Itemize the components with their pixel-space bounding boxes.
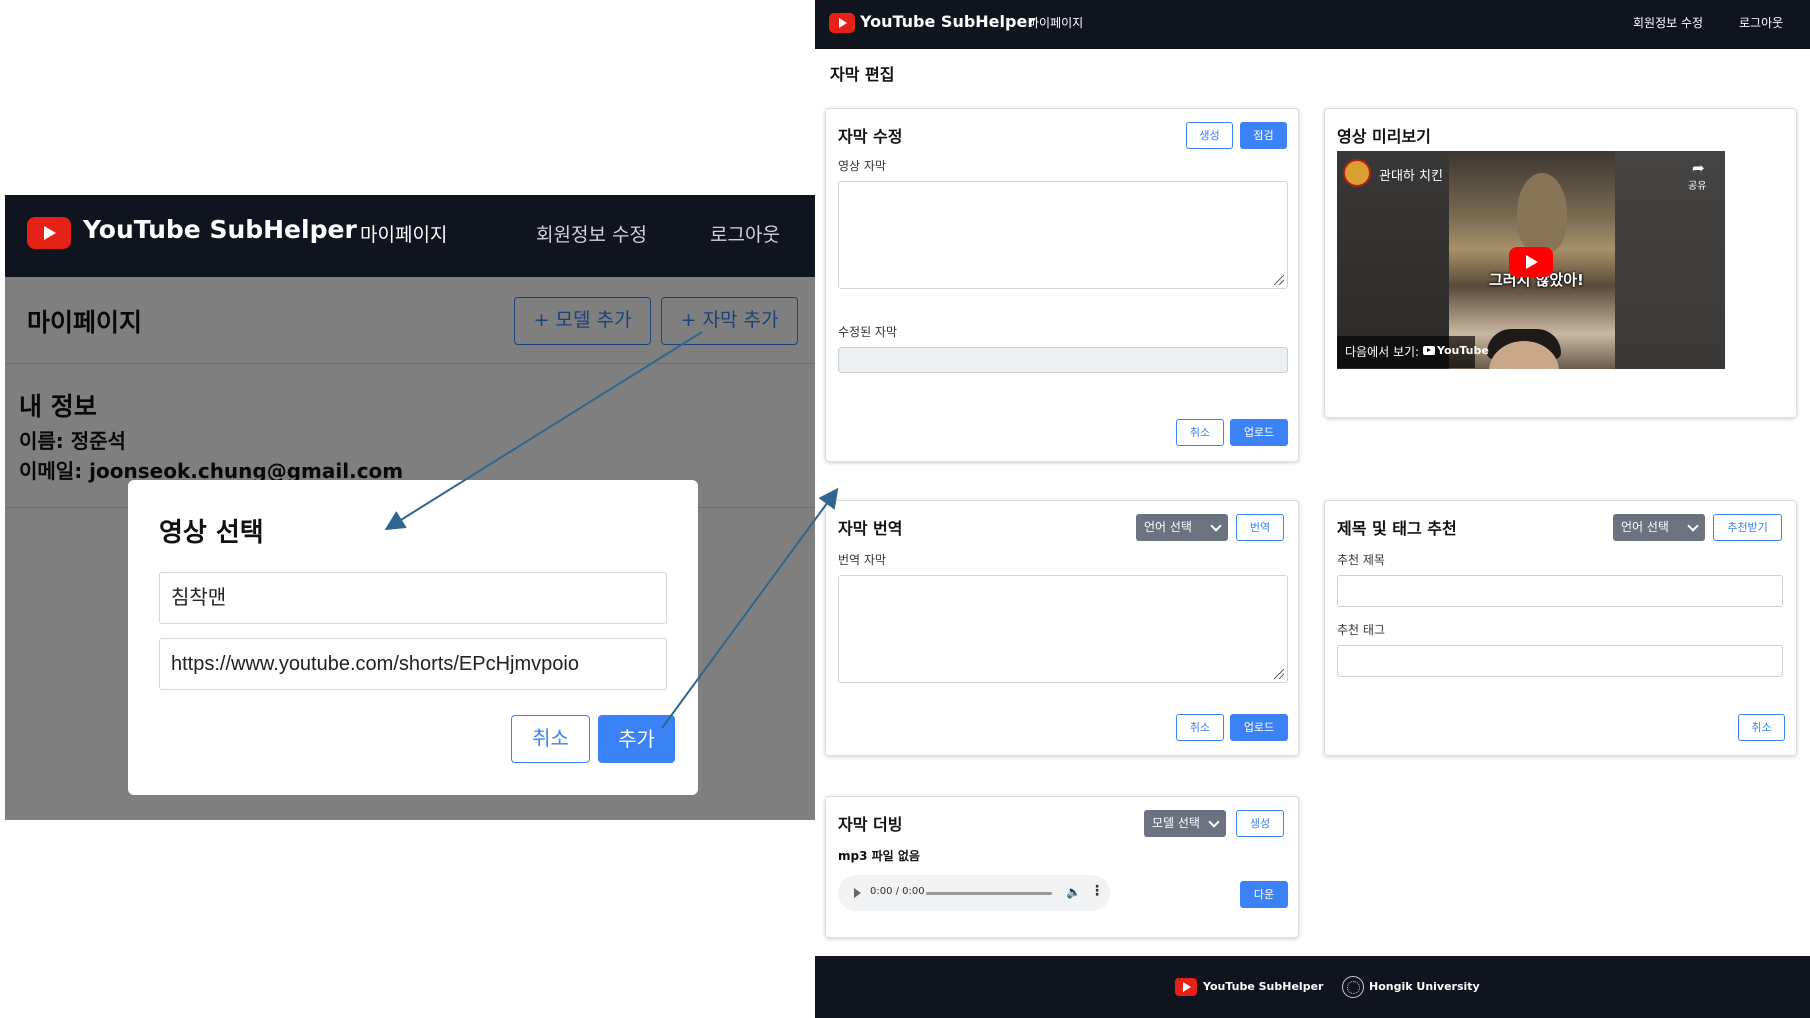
model-select-label: 모델 선택: [1152, 816, 1200, 830]
channel-name[interactable]: 관대하 치킨: [1379, 165, 1443, 184]
video-select-modal: 영상 선택 침착맨 https://www.youtube.com/shorts…: [128, 480, 698, 795]
language-select[interactable]: 언어 선택: [1136, 514, 1228, 541]
recommend-button[interactable]: 추천받기: [1713, 514, 1782, 541]
modal-title: 영상 선택: [159, 518, 264, 548]
brand-name[interactable]: YouTube SubHelper: [83, 215, 357, 244]
volume-icon[interactable]: 🔈: [1066, 885, 1081, 899]
page-title: 자막 편집: [830, 65, 895, 84]
no-mp3-file-text: mp3 파일 없음: [838, 849, 920, 863]
audio-progress-track[interactable]: [926, 892, 1052, 895]
top-navbar: YouTube SubHelper 마이페이지 회원정보 수정 로그아웃: [815, 0, 1810, 49]
translated-subtitle-textarea[interactable]: [838, 575, 1288, 683]
statue-figure: [1517, 173, 1567, 253]
card-title: 제목 및 태그 추천: [1337, 519, 1457, 538]
play-icon[interactable]: [854, 888, 861, 898]
chevron-down-icon: [1687, 520, 1699, 532]
language-select-label: 언어 선택: [1144, 520, 1192, 534]
title-tag-recommend-card: 제목 및 태그 추천 언어 선택 추천받기 추천 제목 추천 태그 취소: [1324, 500, 1797, 756]
edited-subtitle-field: [838, 347, 1288, 373]
generate-button[interactable]: 생성: [1236, 810, 1284, 837]
audio-time: 0:00 / 0:00: [870, 886, 925, 897]
footer-university: Hongik University: [1369, 980, 1480, 993]
resize-handle-icon[interactable]: [1274, 275, 1284, 285]
card-title: 영상 미리보기: [1337, 127, 1431, 146]
card-title: 자막 더빙: [838, 815, 903, 834]
share-label[interactable]: 공유: [1688, 177, 1706, 192]
cancel-button[interactable]: 취소: [1738, 714, 1785, 741]
youtube-wordmark[interactable]: YouTube: [1437, 344, 1489, 357]
recommended-title-label: 추천 제목: [1337, 553, 1385, 567]
watch-on-label: 다음에서 보기:: [1345, 345, 1420, 359]
chevron-down-icon: [1210, 520, 1222, 532]
youtube-logo-icon: [27, 217, 71, 249]
translate-button[interactable]: 번역: [1236, 514, 1284, 541]
nav-edit-profile[interactable]: 회원정보 수정: [1633, 14, 1703, 31]
channel-avatar[interactable]: [1343, 159, 1371, 187]
youtube-mini-icon: [1423, 346, 1435, 355]
mypage-screenshot: YouTube SubHelper 마이페이지 회원정보 수정 로그아웃 마이페…: [5, 195, 815, 820]
play-icon[interactable]: [1509, 247, 1553, 277]
recommended-tags-input[interactable]: [1337, 645, 1783, 677]
share-icon[interactable]: ➦: [1692, 161, 1708, 176]
nav-logout[interactable]: 로그아웃: [1739, 14, 1783, 31]
cancel-button[interactable]: 취소: [1176, 419, 1224, 446]
download-button[interactable]: 다운: [1240, 881, 1288, 908]
language-select[interactable]: 언어 선택: [1613, 514, 1705, 541]
subtitle-translate-card: 자막 번역 언어 선택 번역 번역 자막 취소 업로드: [825, 500, 1299, 756]
top-navbar: YouTube SubHelper 마이페이지 회원정보 수정 로그아웃: [5, 195, 815, 277]
footer-brand: YouTube SubHelper: [1203, 980, 1324, 993]
cancel-button[interactable]: 취소: [1176, 714, 1224, 741]
model-select[interactable]: 모델 선택: [1144, 810, 1226, 837]
nav-mypage[interactable]: 마이페이지: [360, 220, 447, 247]
video-preview-card: 영상 미리보기 그러지 않았아! 관대하 치킨 ➦ 공유 다음에서 보기: Yo…: [1324, 108, 1797, 418]
brand-name[interactable]: YouTube SubHelper: [860, 12, 1035, 31]
footer: YouTube SubHelper Hongik University: [815, 956, 1810, 1018]
more-options-icon[interactable]: ⋮: [1090, 884, 1104, 898]
card-title: 자막 수정: [838, 127, 903, 146]
check-button[interactable]: 점검: [1240, 122, 1287, 149]
university-seal-icon: [1342, 976, 1364, 998]
chevron-down-icon: [1208, 816, 1220, 828]
add-button[interactable]: 추가: [598, 715, 675, 763]
upload-button[interactable]: 업로드: [1230, 714, 1288, 741]
card-title: 자막 번역: [838, 519, 903, 538]
original-subtitle-label: 영상 자막: [838, 159, 886, 173]
original-subtitle-textarea[interactable]: [838, 181, 1288, 289]
subtitle-dubbing-card: 자막 더빙 모델 선택 생성 mp3 파일 없음 0:00 / 0:00 🔈 ⋮…: [825, 796, 1299, 938]
generate-button[interactable]: 생성: [1186, 122, 1233, 149]
edited-subtitle-label: 수정된 자막: [838, 325, 898, 339]
video-url-input[interactable]: https://www.youtube.com/shorts/EPcHjmvpo…: [159, 638, 667, 690]
translated-subtitle-label: 번역 자막: [838, 553, 886, 567]
video-name-input[interactable]: 침착맨: [159, 572, 667, 624]
nav-edit-profile[interactable]: 회원정보 수정: [536, 220, 647, 247]
youtube-logo-icon: [829, 13, 855, 33]
nav-mypage[interactable]: 마이페이지: [1028, 14, 1083, 31]
subtitle-edit-screenshot: YouTube SubHelper 마이페이지 회원정보 수정 로그아웃 자막 …: [815, 0, 1810, 1018]
upload-button[interactable]: 업로드: [1230, 419, 1288, 446]
resize-handle-icon[interactable]: [1274, 669, 1284, 679]
recommended-tags-label: 추천 태그: [1337, 623, 1385, 637]
video-background: [1615, 151, 1725, 369]
language-select-label: 언어 선택: [1621, 520, 1669, 534]
nav-logout[interactable]: 로그아웃: [710, 220, 780, 247]
cancel-button[interactable]: 취소: [511, 715, 590, 763]
audio-player[interactable]: 0:00 / 0:00 🔈 ⋮: [838, 875, 1110, 911]
youtube-logo-icon: [1175, 978, 1197, 996]
subtitle-edit-card: 자막 수정 생성 점검 영상 자막 수정된 자막 취소 업로드: [825, 108, 1299, 462]
recommended-title-input[interactable]: [1337, 575, 1783, 607]
video-player[interactable]: 그러지 않았아! 관대하 치킨 ➦ 공유 다음에서 보기: YouTube: [1337, 151, 1725, 369]
